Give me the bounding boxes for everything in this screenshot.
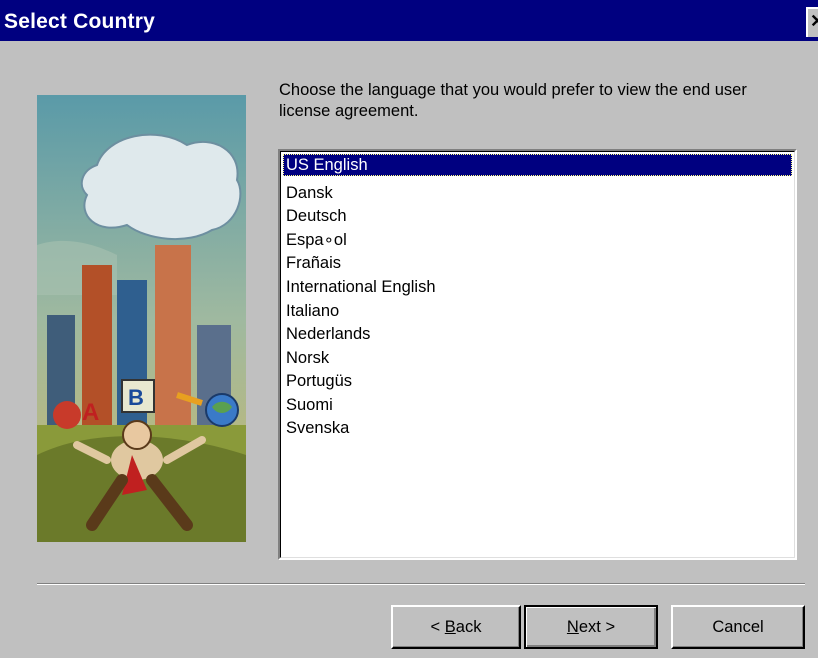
back-button-prefix: <: [430, 618, 445, 636]
back-button-label: ack: [455, 618, 482, 636]
title-bar: Select Country ✕: [0, 0, 818, 41]
language-list: US English Dansk Deutsch Espa∘ol Frañais…: [280, 151, 795, 558]
language-option-suomi[interactable]: Suomi: [283, 394, 333, 416]
cancel-button[interactable]: Cancel: [671, 605, 805, 649]
instruction-text: Choose the language that you would prefe…: [279, 81, 747, 120]
language-option-norsk[interactable]: Norsk: [283, 347, 329, 369]
close-icon: ✕: [810, 11, 818, 31]
language-option-francais[interactable]: Frañais: [283, 252, 341, 274]
language-option-international-english[interactable]: International English: [283, 276, 436, 298]
language-option-espanol[interactable]: Espa∘ol: [283, 229, 347, 251]
separator-highlight: [37, 584, 805, 585]
cancel-button-label: Cancel: [712, 618, 764, 636]
language-option-italiano[interactable]: Italiano: [283, 300, 339, 322]
back-button-accelerator: B: [444, 618, 456, 636]
language-option-deutsch[interactable]: Deutsch: [283, 205, 347, 227]
illustration-letter-b: B: [128, 385, 144, 410]
illustration-letter-a: A: [82, 399, 99, 426]
language-option-nederlands[interactable]: Nederlands: [283, 323, 370, 345]
next-button[interactable]: Next >: [524, 605, 658, 649]
close-button[interactable]: ✕: [806, 7, 818, 37]
language-listbox[interactable]: US English Dansk Deutsch Espa∘ol Frañais…: [278, 149, 797, 560]
window-title: Select Country: [4, 10, 155, 33]
language-option-portugues[interactable]: Portugüs: [283, 370, 352, 392]
next-button-label: ext >: [578, 618, 616, 636]
language-option-us-english[interactable]: US English: [283, 154, 792, 176]
wizard-illustration: A B: [37, 95, 246, 542]
next-button-accelerator: N: [566, 618, 579, 636]
language-option-dansk[interactable]: Dansk: [283, 182, 333, 204]
language-option-svenska[interactable]: Svenska: [283, 417, 349, 439]
back-button[interactable]: < Back: [391, 605, 521, 649]
